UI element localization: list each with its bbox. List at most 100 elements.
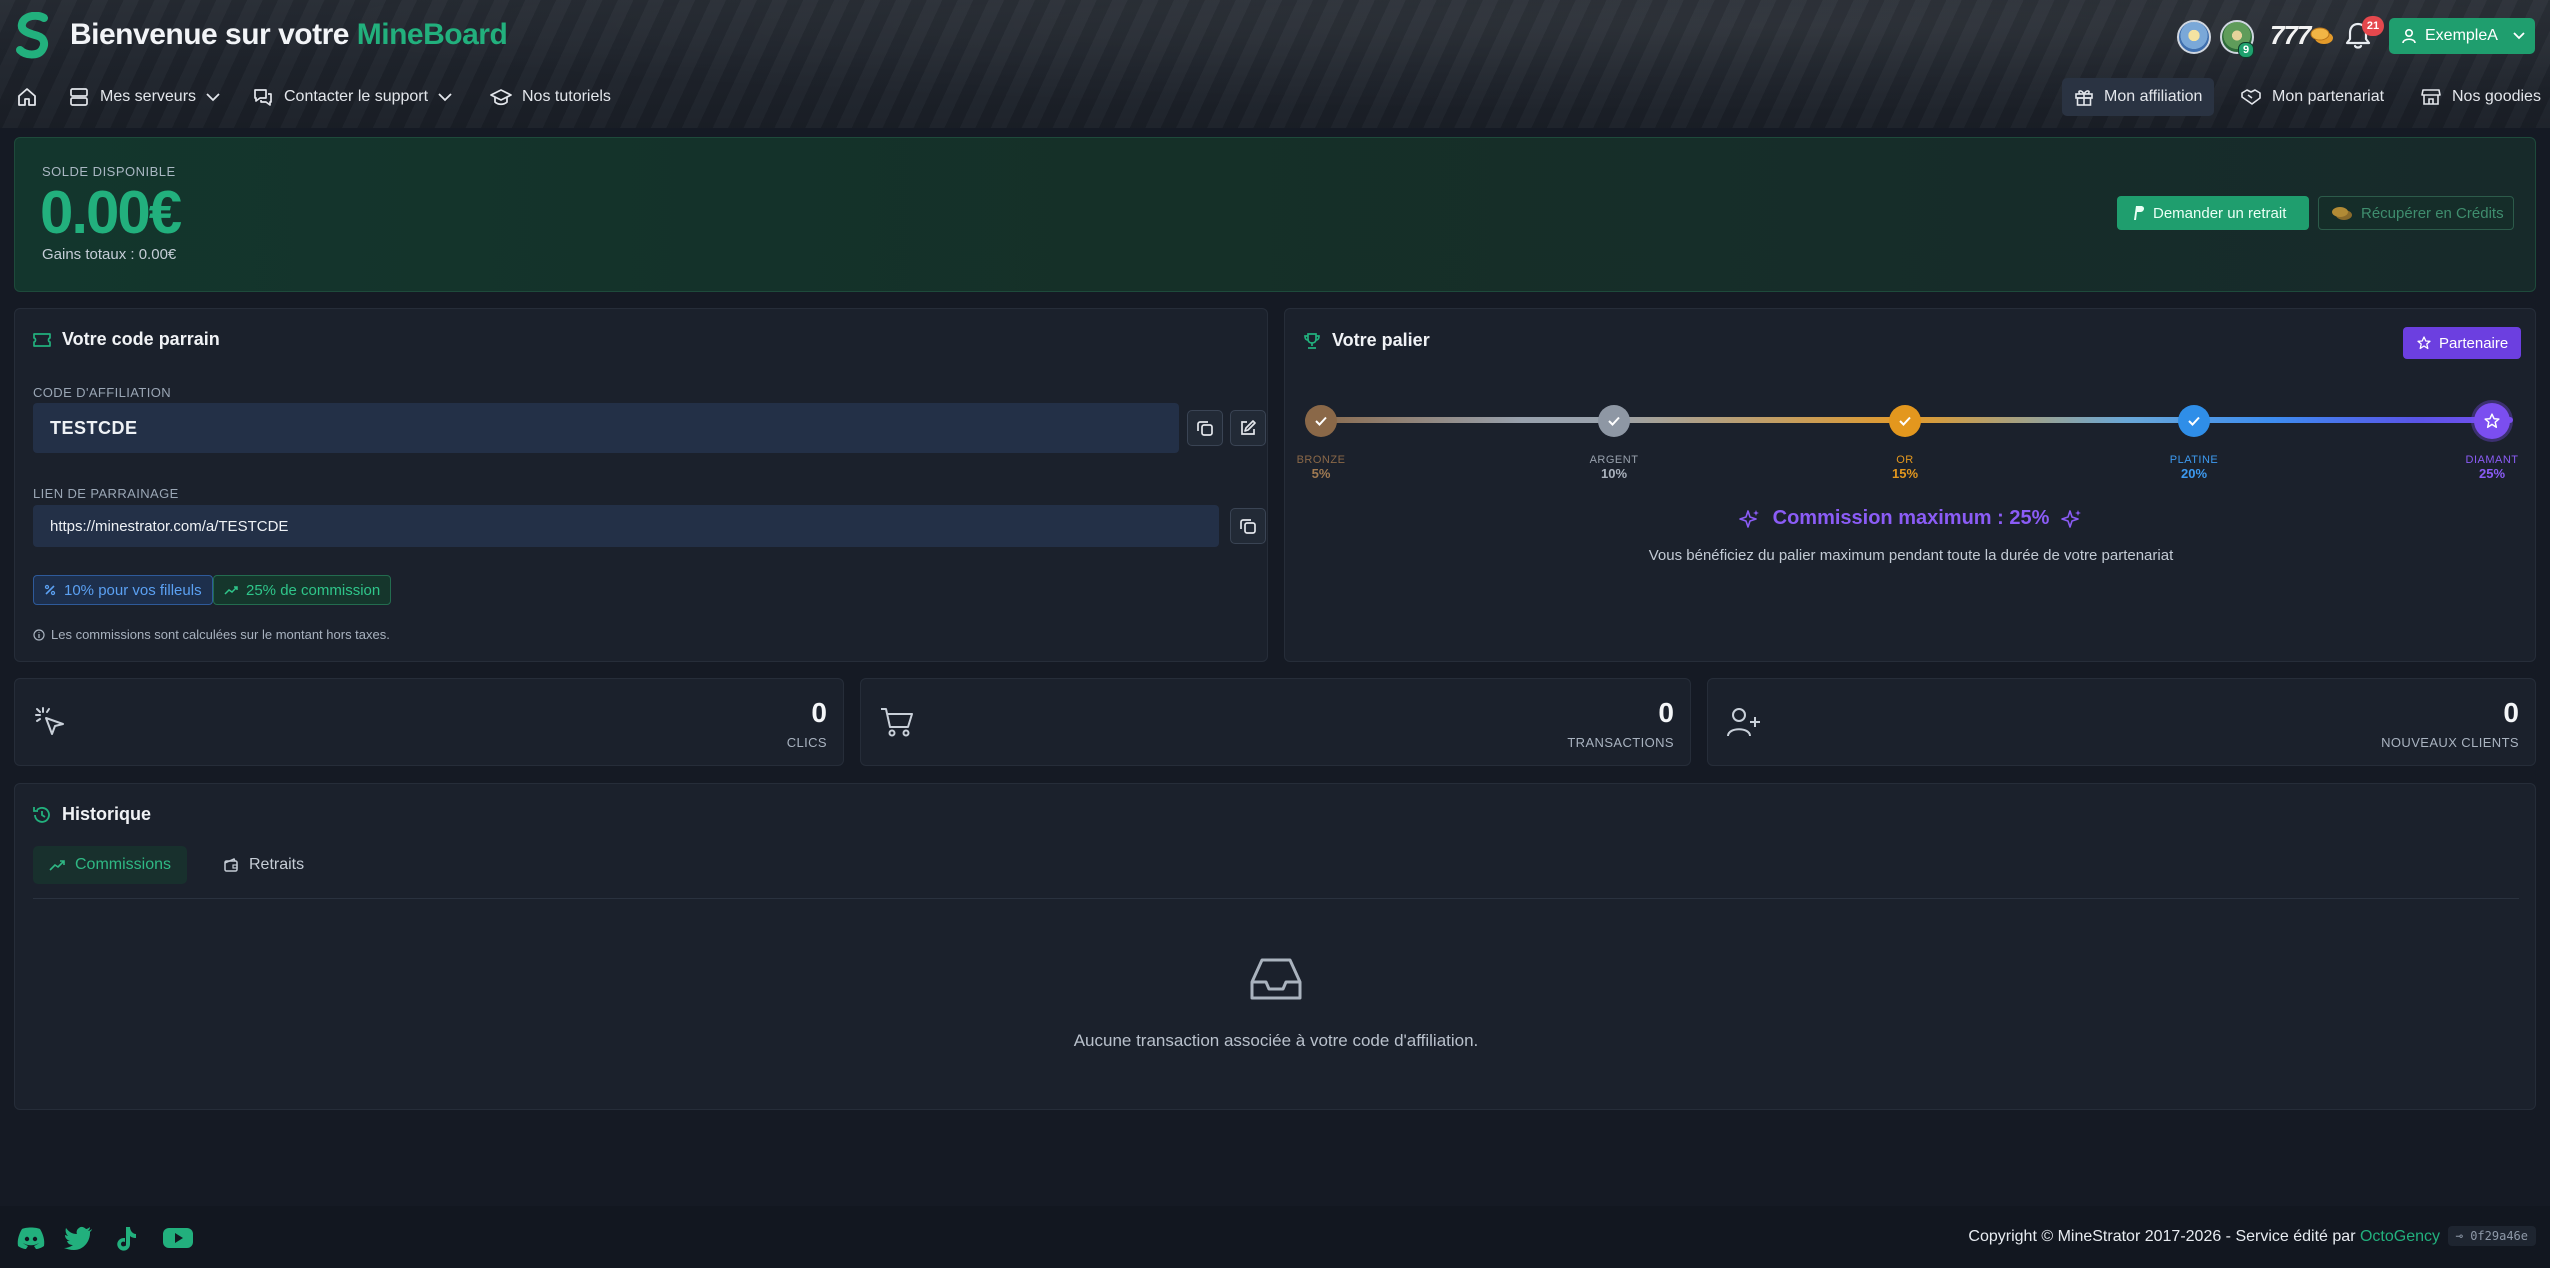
nav-affiliation-label: Mon affiliation — [2104, 88, 2203, 105]
check-icon — [2188, 416, 2200, 426]
version-badge: ⊸ 0f29a46e — [2447, 1226, 2536, 1246]
transactions-value: 0 — [1658, 697, 1674, 728]
nav-servers-label: Mes serveurs — [100, 88, 197, 105]
home-icon — [18, 88, 36, 106]
chevron-down-icon — [2513, 32, 2525, 40]
cart-icon — [881, 708, 913, 737]
empty-state-text: Aucune transaction associée à votre code… — [1073, 1031, 1479, 1050]
referral-link-field[interactable]: https://minestrator.com/a/TESTCDE — [33, 505, 1219, 547]
stat-clicks-card: 0 CLICS — [14, 678, 844, 766]
chevron-down-icon — [438, 92, 452, 101]
tier-name-silver: ARGENT — [1589, 454, 1639, 466]
mineboard-logo[interactable] — [14, 12, 54, 60]
tax-note: Les commissions sont calculées sur le mo… — [33, 627, 390, 642]
title-prefix: Bienvenue sur votre — [70, 18, 349, 51]
tier-node-silver — [1598, 405, 1630, 437]
edit-icon — [1241, 420, 1256, 435]
tier-card-title: Votre palier — [1302, 330, 1430, 351]
star-icon — [2484, 413, 2500, 429]
tier-title-text: Votre palier — [1332, 330, 1430, 350]
max-commission-subtitle: Vous bénéficiez du palier maximum pendan… — [1648, 547, 2174, 564]
publisher-link[interactable]: OctoGency — [2360, 1228, 2440, 1245]
percent-icon — [44, 584, 56, 596]
title-brand: MineBoard — [356, 18, 508, 51]
withdraw-button[interactable]: Demander un retrait — [2117, 196, 2309, 230]
main-nav: Mes serveurs Contacter le support Nos tu… — [0, 78, 2550, 118]
tabs-divider — [33, 898, 2519, 899]
referral-card: Votre code parrain CODE D'AFFILIATION TE… — [14, 308, 1268, 662]
coins-icon — [2332, 207, 2352, 220]
user-menu-button[interactable]: ExempleA — [2389, 18, 2535, 54]
stat-transactions-card: 0 TRANSACTIONS — [860, 678, 1691, 766]
clicks-label: CLICS — [786, 735, 827, 750]
avatar-badge: 9 — [2238, 42, 2255, 58]
tier-name-platinum: PLATINE — [2169, 454, 2219, 466]
nav-affiliation[interactable]: Mon affiliation — [2062, 78, 2215, 116]
star-icon — [2417, 336, 2431, 350]
edit-code-button[interactable] — [1230, 410, 1266, 446]
copy-code-button[interactable] — [1187, 410, 1223, 446]
copy-icon — [1240, 519, 1256, 534]
max-commission-text: Commission maximum : 25% — [1772, 507, 2050, 529]
check-icon — [1608, 416, 1620, 426]
copy-link-button[interactable] — [1230, 508, 1266, 544]
copyright: Copyright © MineStrator 2017-2026 - Serv… — [1968, 1228, 2440, 1246]
user-plus-icon — [1727, 708, 1760, 737]
twitter-icon[interactable] — [64, 1226, 94, 1250]
balance-value: 0.00€ — [40, 179, 182, 246]
tier-node-gold — [1889, 405, 1921, 437]
wallet-icon — [224, 858, 238, 872]
sparkles-icon — [1738, 509, 1759, 528]
paypal-icon — [2134, 206, 2144, 220]
check-icon — [1315, 416, 1327, 426]
user-icon — [2402, 28, 2416, 44]
nav-tutorials[interactable]: Nos tutoriels — [478, 78, 623, 116]
avatar[interactable] — [2177, 20, 2211, 54]
affiliation-code-field[interactable]: TESTCDE — [33, 403, 1179, 453]
nav-servers[interactable]: Mes serveurs — [56, 78, 232, 116]
referee-discount-badge: 10% pour vos filleuls — [33, 575, 213, 605]
redeem-credits-button[interactable]: Récupérer en Crédits — [2318, 196, 2514, 230]
discord-icon[interactable] — [16, 1226, 46, 1250]
handshake-icon — [2241, 89, 2261, 105]
referee-discount-text: 10% pour vos filleuls — [64, 581, 202, 599]
nav-support[interactable]: Contacter le support — [240, 78, 464, 116]
header-top-row: Bienvenue sur votre MineBoard 9 777 21 E… — [0, 0, 2550, 72]
tier-name-gold: OR — [1896, 454, 1914, 466]
history-icon — [33, 806, 50, 823]
commission-badge-text: 25% de commission — [246, 581, 381, 599]
graduation-cap-icon — [490, 89, 512, 106]
server-icon — [70, 88, 88, 106]
tier-card: Votre palier Partenaire BRONZE 5% ARGENT… — [1284, 308, 2536, 662]
tier-name-diamond: DIAMANT — [2465, 454, 2519, 466]
nav-goodies[interactable]: Nos goodies — [2408, 78, 2550, 116]
max-commission: Commission maximum : 25% — [1285, 507, 2537, 530]
history-card-title: Historique — [32, 804, 151, 825]
trending-up-icon — [224, 586, 238, 595]
stat-new-clients-card: 0 NOUVEAUX CLIENTS — [1707, 678, 2536, 766]
nav-partnership[interactable]: Mon partenariat — [2228, 78, 2396, 116]
tab-withdrawals[interactable]: Retraits — [207, 846, 320, 884]
history-card: Historique Commissions Retraits Aucune t… — [14, 783, 2536, 1110]
chevron-down-icon — [206, 92, 220, 101]
nav-support-label: Contacter le support — [284, 88, 429, 105]
chat-icon — [254, 89, 272, 106]
check-icon — [1899, 416, 1911, 426]
youtube-icon[interactable] — [162, 1226, 194, 1250]
new-clients-label: NOUVEAUX CLIENTS — [2381, 735, 2519, 750]
tiktok-icon[interactable] — [114, 1226, 138, 1252]
trophy-icon — [1304, 332, 1320, 349]
coins-icon — [2310, 27, 2333, 44]
new-clients-value: 0 — [2503, 697, 2519, 728]
referral-title-text: Votre code parrain — [62, 329, 220, 349]
tab-commissions[interactable]: Commissions — [33, 846, 188, 884]
cursor-click-icon — [35, 707, 64, 735]
top-header: Bienvenue sur votre MineBoard 9 777 21 E… — [0, 0, 2550, 128]
copyright-text: Copyright © MineStrator 2017-2026 - Serv… — [1968, 1228, 2356, 1245]
trending-up-icon — [49, 860, 65, 871]
nav-home[interactable] — [12, 78, 42, 116]
transactions-label: TRANSACTIONS — [1567, 735, 1674, 750]
partner-badge: Partenaire — [2403, 327, 2521, 359]
tier-pct-bronze: 5% — [1311, 466, 1331, 481]
tab-commissions-label: Commissions — [75, 856, 172, 873]
